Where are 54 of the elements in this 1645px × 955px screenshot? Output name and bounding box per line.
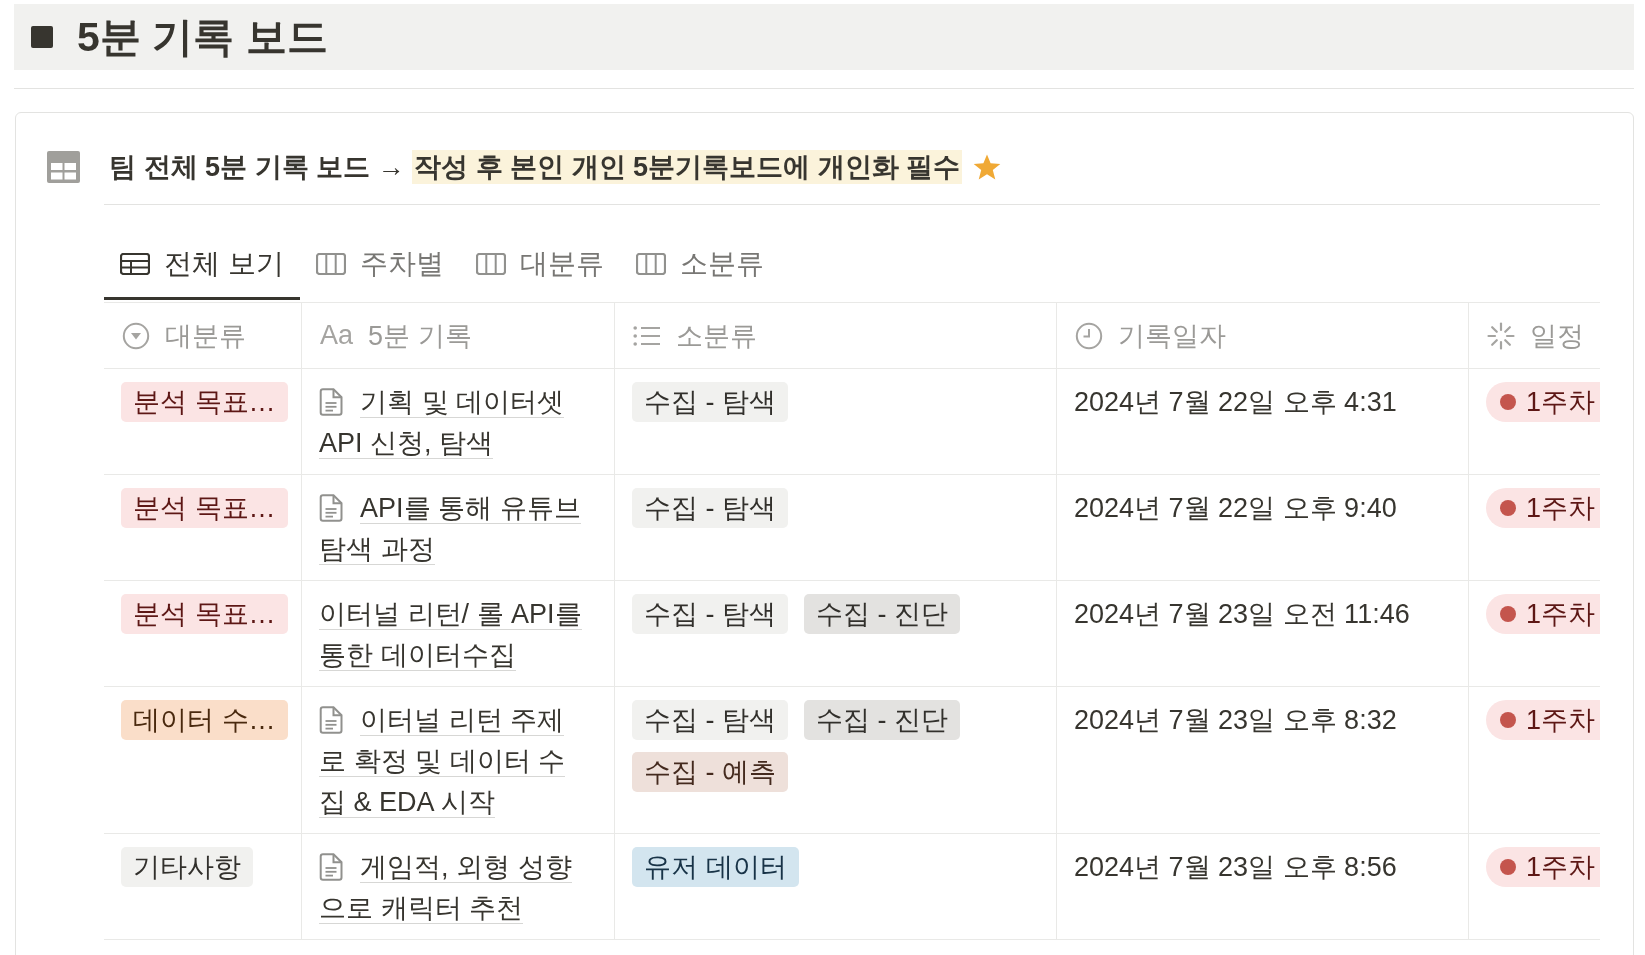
columns-icon: [475, 252, 506, 275]
database-title: 팀 전체 5분 기록 보드 → 작성 후 본인 개인 5분기록보드에 개인화 필수: [109, 149, 963, 185]
page-link[interactable]: API를 통해 유튜브 탐색 과정: [319, 488, 588, 570]
record-date: 2024년 7월 22일 오후 4:31: [1074, 387, 1397, 417]
page-link[interactable]: 기획 및 데이터셋 API 신청, 탐색: [319, 382, 588, 464]
columns-icon: [635, 252, 666, 275]
subcategory-tag: 수집 - 탐색: [632, 382, 788, 422]
category-tag: 분석 목표…: [121, 488, 288, 528]
spinner-icon: [1487, 321, 1515, 350]
document-icon: [319, 706, 343, 734]
category-tag: 데이터 수…: [121, 700, 288, 740]
subcategory-tag: 수집 - 진단: [804, 594, 960, 634]
view-tab[interactable]: 대분류: [459, 236, 620, 300]
view-tab[interactable]: 소분류: [619, 236, 780, 300]
subcategory-tag: 수집 - 탐색: [632, 488, 788, 528]
record-date: 2024년 7월 23일 오후 8:32: [1074, 705, 1397, 735]
page-link[interactable]: 이터널 리턴 주제로 확정 및 데이터 수집 & EDA 시작: [319, 700, 588, 823]
subcategory-tag: 수집 - 예측: [632, 752, 788, 792]
subcategory-tag: 수집 - 탐색: [632, 594, 788, 634]
view-tab[interactable]: 주차별: [299, 236, 460, 300]
page-link[interactable]: 게임적, 외형 성향으로 캐릭터 추천: [319, 847, 588, 929]
view-tab[interactable]: 전체 보기: [104, 236, 300, 300]
clock-icon: [1075, 321, 1103, 350]
column-header[interactable]: 기록일자: [1057, 303, 1469, 368]
document-icon: [319, 388, 343, 416]
star-icon: [973, 153, 1002, 181]
column-header[interactable]: 대분류: [104, 303, 302, 368]
dropdown-circle-icon: [122, 321, 150, 350]
columns-icon: [315, 252, 346, 275]
week-tag: 1주차: [1486, 594, 1600, 634]
record-date: 2024년 7월 23일 오전 11:46: [1074, 599, 1410, 629]
week-tag: 1주차: [1486, 847, 1600, 887]
page-link[interactable]: 이터널 리턴/ 롤 API를 통한 데이터수집: [319, 594, 588, 676]
column-header[interactable]: 소분류: [615, 303, 1057, 368]
record-date: 2024년 7월 23일 오후 8:56: [1074, 852, 1397, 882]
text-type-icon: Aa: [320, 320, 354, 351]
record-date: 2024년 7월 22일 오후 9:40: [1074, 493, 1397, 523]
subcategory-tag: 수집 - 탐색: [632, 700, 788, 740]
square-icon: [31, 26, 53, 48]
table-icon: [47, 151, 80, 183]
category-tag: 분석 목표…: [121, 382, 288, 422]
category-tag: 분석 목표…: [121, 594, 288, 634]
week-tag: 1주차: [1486, 382, 1600, 422]
subcategory-tag: 유저 데이터: [632, 847, 799, 887]
category-tag: 기타사항: [121, 847, 253, 887]
week-tag: 1주차: [1486, 700, 1600, 740]
column-header[interactable]: 일정: [1469, 303, 1600, 368]
page-title: 5분 기록 보드: [77, 12, 328, 62]
document-icon: [319, 853, 343, 881]
column-header[interactable]: Aa 5분 기록: [302, 303, 615, 368]
week-tag: 1주차: [1486, 488, 1600, 528]
table-icon: [120, 252, 150, 275]
document-icon: [319, 494, 343, 522]
subcategory-tag: 수집 - 진단: [804, 700, 960, 740]
